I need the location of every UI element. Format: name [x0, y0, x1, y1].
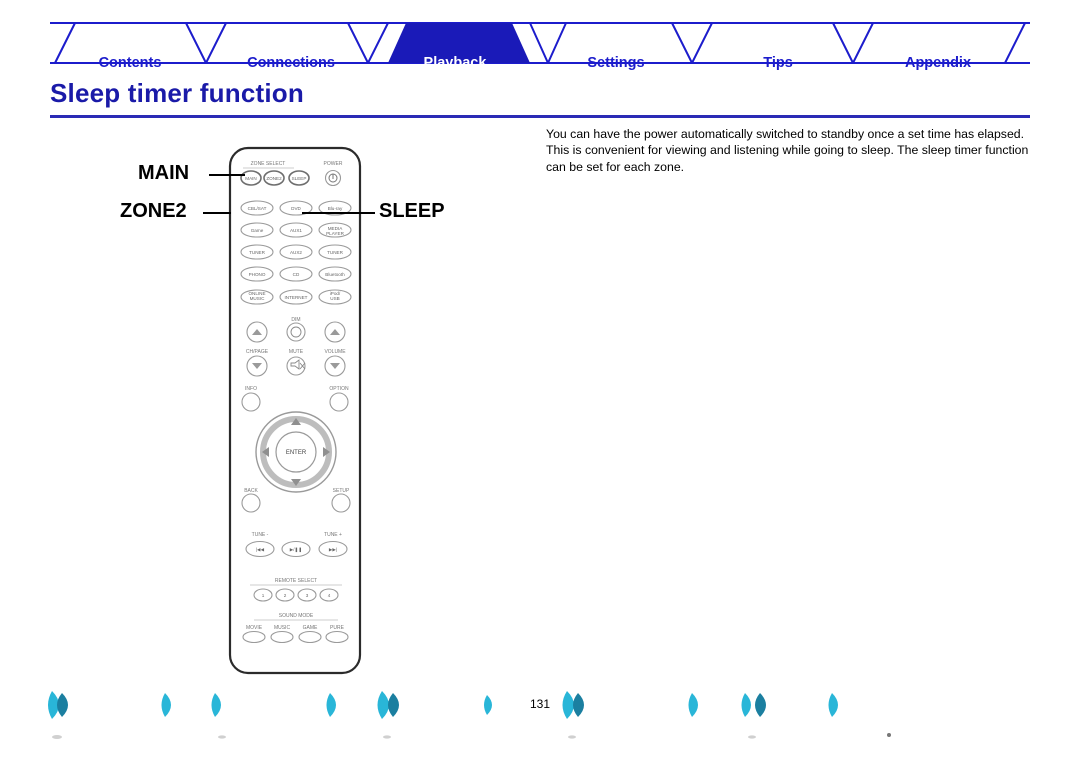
svg-text:REMOTE SELECT: REMOTE SELECT — [275, 578, 317, 584]
tab-appendix[interactable]: Appendix — [878, 55, 998, 71]
svg-text:MAIN: MAIN — [245, 176, 256, 181]
tab-tips[interactable]: Tips — [728, 55, 828, 71]
svg-text:MUSIC: MUSIC — [250, 296, 265, 301]
svg-text:BACK: BACK — [244, 488, 258, 494]
svg-text:TUNE +: TUNE + — [324, 532, 342, 538]
tab-connections[interactable]: Connections — [226, 55, 356, 71]
callout-leader-zone2 — [203, 212, 231, 214]
svg-text:1: 1 — [262, 593, 265, 598]
page-number: 131 — [529, 697, 551, 711]
body-paragraph: You can have the power automatically swi… — [546, 127, 1029, 174]
callout-sleep: SLEEP — [379, 200, 445, 222]
svg-text:VOLUME: VOLUME — [324, 349, 346, 355]
svg-text:MOVIE: MOVIE — [246, 625, 263, 631]
tab-bar[interactable]: Contents Connections Playback Settings T… — [0, 22, 1080, 71]
callout-leader-sleep — [302, 212, 375, 214]
footer-decoration — [48, 691, 891, 739]
svg-text:AUX2: AUX2 — [290, 250, 302, 255]
svg-text:GAME: GAME — [303, 625, 318, 631]
title-divider — [50, 115, 1030, 118]
remote-control-illustration: MAIN ZONE2 SLEEP .bdy { fill:#ffffff; st… — [120, 140, 540, 685]
svg-text:OPTION: OPTION — [329, 386, 349, 392]
tab-tips-label: Tips — [763, 55, 793, 71]
tab-contents-label: Contents — [98, 55, 162, 71]
svg-text:DVD: DVD — [291, 206, 301, 211]
svg-text:Blu-ray: Blu-ray — [328, 206, 343, 211]
svg-text:TUNE -: TUNE - — [252, 532, 269, 538]
tab-settings[interactable]: Settings — [566, 55, 666, 71]
svg-text:INTERNET: INTERNET — [285, 295, 308, 300]
tab-settings-label: Settings — [587, 55, 645, 71]
page-title: Sleep timer function — [50, 78, 304, 108]
svg-text:POWER: POWER — [324, 161, 343, 167]
svg-text:CH/PAGE: CH/PAGE — [246, 349, 269, 355]
svg-text:ENTER: ENTER — [286, 450, 307, 456]
tab-connections-label: Connections — [247, 55, 335, 71]
tab-contents[interactable]: Contents — [80, 55, 180, 71]
svg-text:USB: USB — [330, 296, 339, 301]
tab-appendix-label: Appendix — [904, 55, 972, 71]
svg-text:INFO: INFO — [245, 386, 257, 392]
svg-text:|◀◀: |◀◀ — [256, 547, 265, 552]
callout-zone2: ZONE2 — [120, 200, 187, 222]
tab-playback[interactable]: Playback — [400, 55, 510, 71]
tab-playback-label: Playback — [423, 55, 487, 71]
svg-text:PLAYER: PLAYER — [326, 231, 344, 236]
svg-text:ZONE SELECT: ZONE SELECT — [251, 161, 286, 167]
callout-main: MAIN — [138, 162, 190, 184]
svg-text:CD: CD — [293, 272, 300, 277]
svg-text:2: 2 — [284, 593, 287, 598]
svg-text:PURE: PURE — [330, 625, 345, 631]
svg-text:PHONO: PHONO — [249, 272, 266, 277]
svg-text:MUSIC: MUSIC — [274, 625, 291, 631]
svg-text:DIM: DIM — [291, 317, 300, 323]
svg-text:▶▶|: ▶▶| — [329, 547, 337, 552]
callout-leader-main — [209, 174, 245, 176]
svg-text:CBL/SAT: CBL/SAT — [248, 206, 267, 211]
svg-text:ZONE2: ZONE2 — [266, 176, 282, 181]
svg-text:4: 4 — [328, 593, 331, 598]
svg-text:SOUND MODE: SOUND MODE — [279, 613, 314, 619]
svg-text:AUX1: AUX1 — [290, 228, 302, 233]
svg-text:MUTE: MUTE — [289, 349, 304, 355]
svg-text:TUNER: TUNER — [249, 250, 266, 255]
svg-text:TUNER: TUNER — [327, 250, 344, 255]
svg-text:Bluetooth: Bluetooth — [325, 272, 345, 277]
svg-text:Game: Game — [251, 228, 264, 233]
svg-text:SLEEP: SLEEP — [292, 176, 307, 181]
svg-text:SETUP: SETUP — [333, 488, 350, 494]
svg-text:3: 3 — [306, 593, 309, 598]
